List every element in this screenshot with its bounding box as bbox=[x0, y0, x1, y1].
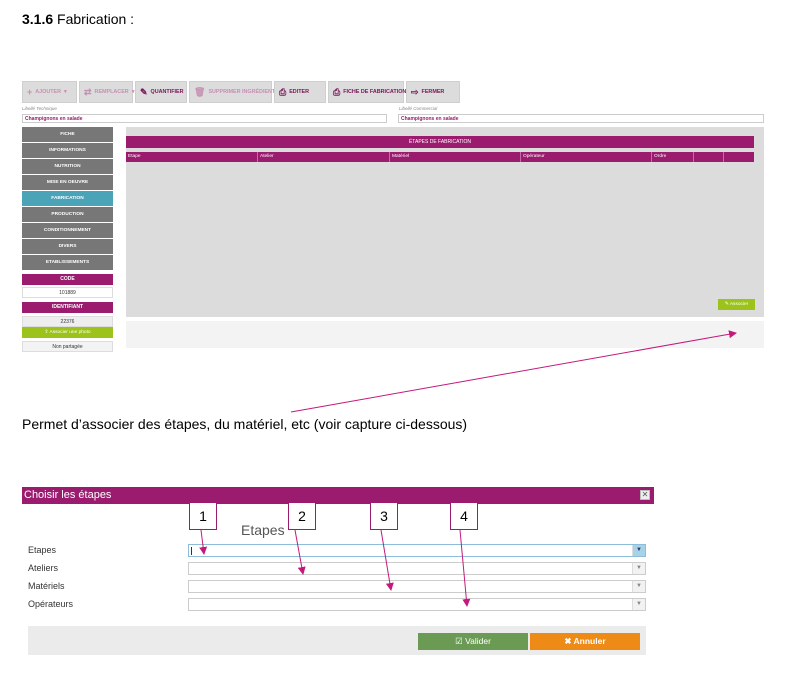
arrow-callout-2 bbox=[294, 529, 306, 575]
arrow-callout-1 bbox=[199, 529, 208, 555]
callout-2: 2 bbox=[288, 502, 316, 530]
callout-3: 3 bbox=[370, 502, 398, 530]
annotation-arrows bbox=[199, 330, 737, 607]
callout-4: 4 bbox=[450, 502, 478, 530]
arrow-to-associer bbox=[290, 330, 737, 413]
arrow-callout-4 bbox=[459, 529, 471, 607]
callout-1: 1 bbox=[189, 502, 217, 530]
arrow-callout-3 bbox=[380, 529, 394, 591]
